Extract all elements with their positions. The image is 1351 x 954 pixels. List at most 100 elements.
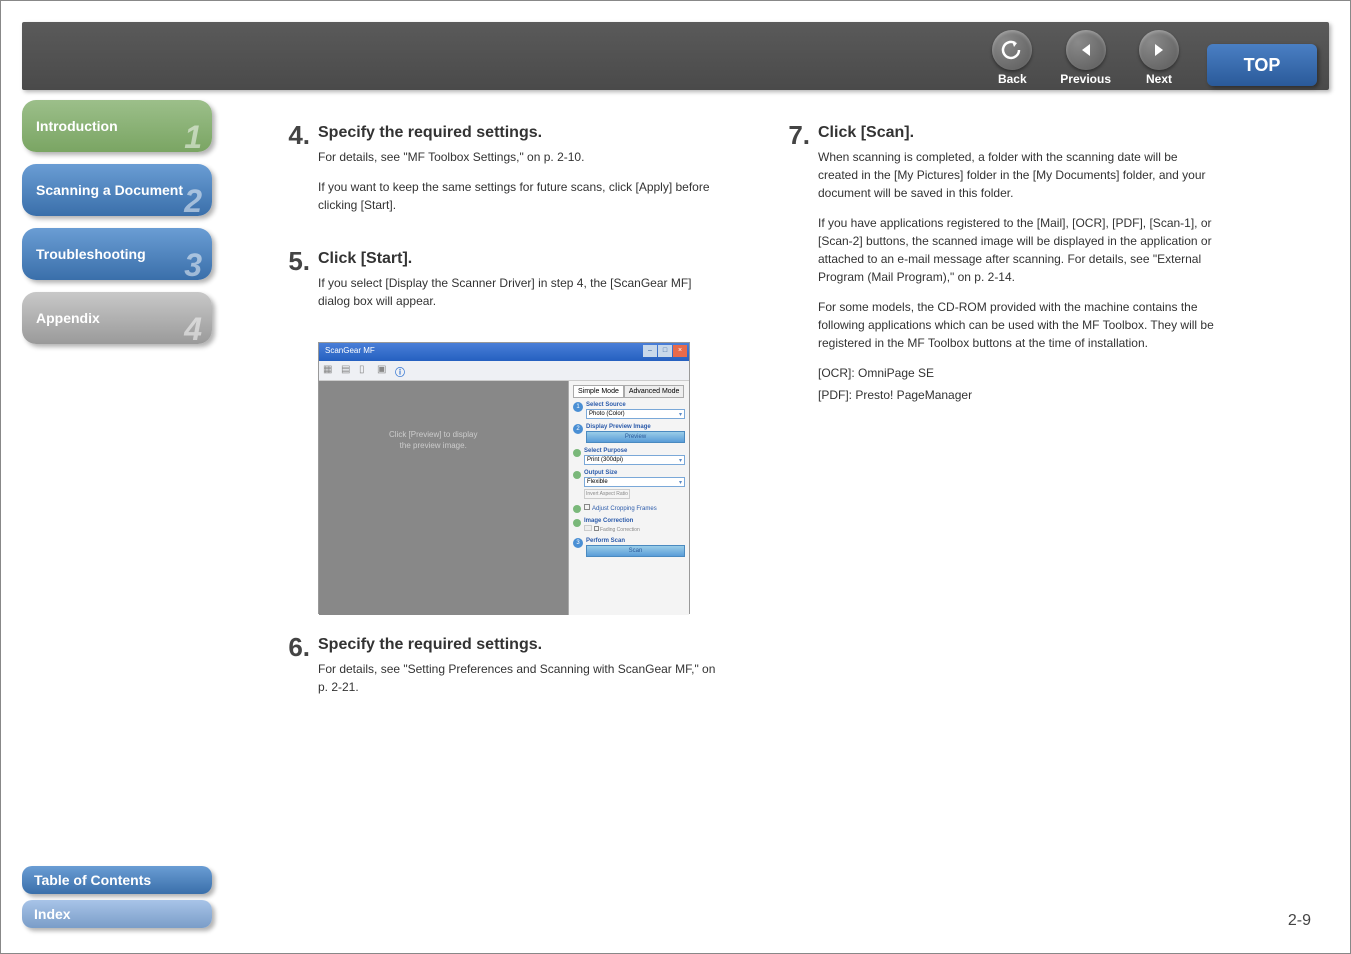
bullet-icon	[573, 505, 581, 513]
step-4: 4. Specify the required settings. For de…	[280, 120, 720, 226]
step-num: 6.	[280, 632, 318, 708]
step-text: If you select [Display the Scanner Drive…	[318, 274, 720, 310]
step-num: 4.	[280, 120, 318, 226]
ss-row-scan: 3 Perform Scan Scan	[573, 538, 685, 557]
thumb-icon	[584, 525, 592, 531]
close-icon: ×	[673, 345, 687, 357]
step-text: For some models, the CD-ROM provided wit…	[818, 298, 1220, 352]
sidebar-item-label: Troubleshooting	[36, 246, 146, 262]
step-marker-2: 2	[573, 424, 583, 434]
step-num: 5.	[280, 246, 318, 322]
previous-icon	[1066, 30, 1106, 70]
info-icon: ⓘ	[395, 364, 409, 378]
sidebar-item-num: 1	[184, 119, 202, 156]
field-label: Adjust Cropping Frames	[592, 506, 657, 512]
field-label: Display Preview Image	[586, 424, 685, 430]
minimize-icon: –	[643, 345, 657, 357]
ss-row-output: Output Size Flexible Invert Aspect Ratio	[573, 470, 685, 499]
field-label: Output Size	[584, 470, 685, 476]
scan-button: Scan	[586, 545, 685, 557]
step-body: Click [Scan]. When scanning is completed…	[818, 120, 1220, 416]
field-label: Image Correction	[584, 518, 685, 524]
ss-settings-panel: Simple Mode Advanced Mode 1 Select Sourc…	[569, 381, 689, 615]
index-button[interactable]: Index	[22, 900, 212, 928]
page-icon: ▯	[359, 364, 373, 378]
bottom-nav: Table of Contents Index	[22, 866, 217, 934]
step-title: Click [Scan].	[818, 124, 1220, 142]
ss-row-correction: Image Correction Fading Correction	[573, 518, 685, 533]
step-title: Specify the required settings.	[318, 124, 720, 142]
hint-line: the preview image.	[400, 441, 467, 450]
checkbox-icon	[584, 504, 590, 510]
sidebar-item-num: 3	[184, 247, 202, 284]
hint-line: Click [Preview] to display	[389, 430, 477, 439]
back-icon	[992, 30, 1032, 70]
next-button[interactable]: Next	[1139, 30, 1179, 86]
crop-icon: ▦	[323, 364, 337, 378]
step-marker-1: 1	[573, 402, 583, 412]
ss-title-text: ScanGear MF	[325, 346, 375, 355]
right-column: 7. Click [Scan]. When scanning is comple…	[780, 120, 1220, 728]
maximize-icon: □	[658, 345, 672, 357]
field-label: Select Purpose	[584, 448, 685, 454]
preview-button: Preview	[586, 431, 685, 443]
field-label: Perform Scan	[586, 538, 685, 544]
step-num: 7.	[780, 120, 818, 416]
copy-icon: ▣	[377, 364, 391, 378]
back-button[interactable]: Back	[992, 30, 1032, 86]
previous-button[interactable]: Previous	[1060, 30, 1111, 86]
step-text: For details, see "Setting Preferences an…	[318, 660, 720, 696]
step-body: Specify the required settings. For detai…	[318, 120, 720, 226]
page-number: 2-9	[1288, 912, 1311, 930]
step-body: Specify the required settings. For detai…	[318, 632, 720, 708]
ss-row-crop: Adjust Cropping Frames	[573, 504, 685, 513]
ss-body: Click [Preview] to display the preview i…	[319, 381, 689, 615]
ss-window-buttons: – □ ×	[642, 345, 687, 357]
top-bar: Back Previous Next TOP	[22, 22, 1329, 90]
ss-row-preview: 2 Display Preview Image Preview	[573, 424, 685, 443]
toc-button[interactable]: Table of Contents	[22, 866, 212, 894]
step-7: 7. Click [Scan]. When scanning is comple…	[780, 120, 1220, 416]
output-dropdown: Flexible	[584, 477, 685, 487]
ss-mode-tabs: Simple Mode Advanced Mode	[573, 385, 685, 398]
bullet-icon	[573, 471, 581, 479]
source-dropdown: Photo (Color)	[586, 409, 685, 419]
sidebar-item-introduction[interactable]: Introduction 1	[22, 100, 212, 152]
bullet-icon	[573, 519, 581, 527]
advanced-mode-tab: Advanced Mode	[624, 385, 685, 398]
fading-label: Fading Correction	[600, 527, 640, 533]
sidebar-item-num: 2	[184, 183, 202, 220]
sidebar-item-num: 4	[184, 311, 202, 348]
step-text: [PDF]: Presto! PageManager	[818, 386, 1220, 404]
ss-titlebar: ScanGear MF – □ ×	[319, 343, 689, 361]
nav-buttons: Back Previous Next	[992, 30, 1179, 86]
purpose-dropdown: Print (300dpi)	[584, 455, 685, 465]
step-marker-3: 3	[573, 538, 583, 548]
step-text: [OCR]: OmniPage SE	[818, 364, 1220, 382]
ss-preview-hint: Click [Preview] to display the preview i…	[389, 429, 477, 451]
sidebar-item-troubleshooting[interactable]: Troubleshooting 3	[22, 228, 212, 280]
sidebar-item-appendix[interactable]: Appendix 4	[22, 292, 212, 344]
ss-preview-area: Click [Preview] to display the preview i…	[319, 381, 569, 615]
left-column: 4. Specify the required settings. For de…	[280, 120, 720, 728]
step-title: Click [Start].	[318, 250, 720, 268]
ss-row-source: 1 Select Source Photo (Color)	[573, 402, 685, 419]
sidebar-item-scanning[interactable]: Scanning a Document 2	[22, 164, 212, 216]
sidebar-item-label: Appendix	[36, 310, 100, 326]
content: 4. Specify the required settings. For de…	[280, 120, 1311, 728]
rotate-icon: ▤	[341, 364, 355, 378]
back-label: Back	[998, 72, 1027, 86]
step-text: If you want to keep the same settings fo…	[318, 178, 720, 214]
step-text: When scanning is completed, a folder wit…	[818, 148, 1220, 202]
scangear-screenshot: ScanGear MF – □ × ▦ ▤ ▯ ▣ ⓘ Click [Previ…	[318, 342, 690, 614]
sidebar-item-label: Scanning a Document	[36, 182, 183, 198]
step-text: For details, see "MF Toolbox Settings," …	[318, 148, 720, 166]
bullet-icon	[573, 449, 581, 457]
step-body: Click [Start]. If you select [Display th…	[318, 246, 720, 322]
top-button[interactable]: TOP	[1207, 44, 1317, 86]
ss-toolbar: ▦ ▤ ▯ ▣ ⓘ	[319, 361, 689, 381]
previous-label: Previous	[1060, 72, 1111, 86]
ss-row-purpose: Select Purpose Print (300dpi)	[573, 448, 685, 465]
field-label: Select Source	[586, 402, 685, 408]
sidebar: Introduction 1 Scanning a Document 2 Tro…	[22, 100, 217, 356]
